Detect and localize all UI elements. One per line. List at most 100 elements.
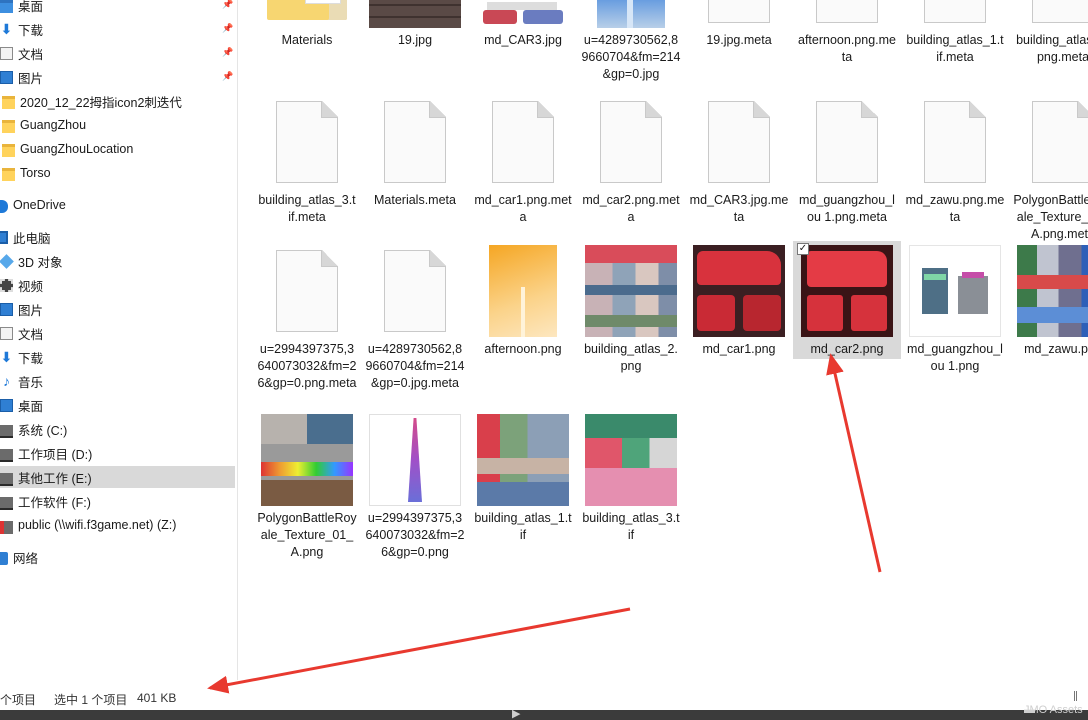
file-name: building_atlas_3.tif.meta xyxy=(258,193,356,224)
sidebar-item-label: public (\\wifi.f3game.net) (Z:) xyxy=(18,518,177,532)
status-bar: 个项目 选中 1 个项目 401 KB xyxy=(0,680,1088,710)
image-thumbnail xyxy=(477,245,569,337)
sidebar-item-pictures[interactable]: 图片 xyxy=(0,298,237,320)
sidebar-item-pictures[interactable]: 图片 📌 xyxy=(0,66,237,88)
file-tile[interactable]: md_CAR3.jpg xyxy=(469,0,577,96)
sidebar-item-this-pc[interactable]: 此电脑 xyxy=(0,226,237,248)
sidebar-item-label: GuangZhouLocation xyxy=(20,142,134,156)
sidebar-item-drive-f[interactable]: 工作软件 (F:) xyxy=(0,490,237,512)
sidebar-item-videos[interactable]: 视频 xyxy=(0,274,237,296)
file-name: building_atlas_1.tif xyxy=(474,511,572,542)
sidebar-item-drive-z[interactable]: public (\\wifi.f3game.net) (Z:) xyxy=(0,514,237,536)
sidebar-item-label: 桌面 xyxy=(18,0,44,14)
sidebar-item-onedrive[interactable]: OneDrive xyxy=(0,194,237,216)
file-name: building_atlas_1.png.meta xyxy=(1016,33,1088,64)
sidebar-item-folder[interactable]: Torso xyxy=(2,162,237,184)
file-tile[interactable]: PolygonBattleRoyale_Texture_01_A.png xyxy=(253,414,361,574)
sidebar-item-label: 视频 xyxy=(18,279,44,294)
sidebar-item-label: OneDrive xyxy=(13,198,66,212)
file-tile[interactable]: building_atlas_1.tif.meta xyxy=(901,0,1009,96)
music-icon: ♪ xyxy=(3,372,10,389)
file-name: u=4289730562,89660704&fm=214&gp=0.jpg.me… xyxy=(365,342,465,390)
pictures-icon xyxy=(0,70,13,84)
sidebar-item-music[interactable]: ♪ 音乐 xyxy=(0,370,237,392)
image-thumbnail xyxy=(585,245,677,337)
file-tile[interactable]: u=4289730562,89660704&fm=214&gp=0.jpg.me… xyxy=(361,245,469,405)
file-tile[interactable]: md_car1.png.meta xyxy=(469,96,577,256)
sidebar-item-label: 2020_12_22拇指icon2刺迭代 xyxy=(20,95,182,110)
sidebar-item-desktop[interactable]: 桌面 xyxy=(0,394,237,416)
image-thumbnail xyxy=(909,245,1001,337)
pin-icon: 📌 xyxy=(222,47,234,57)
image-thumbnail xyxy=(261,414,353,506)
sidebar-item-drive-e[interactable]: 其他工作 (E:) xyxy=(0,466,235,488)
file-tile[interactable]: md_car1.png xyxy=(685,245,793,405)
file-tile[interactable]: u=2994397375,3640073032&fm=26&gp=0.png xyxy=(361,414,469,574)
file-tile[interactable]: building_atlas_1.tif xyxy=(469,414,577,574)
sidebar-item-documents[interactable]: 文档 xyxy=(0,322,237,344)
image-thumbnail xyxy=(369,0,461,28)
file-name: md_car1.png xyxy=(702,342,776,356)
file-tile[interactable]: md_guangzhou_lou 1.png xyxy=(901,245,1009,405)
folder-icon xyxy=(2,95,15,109)
sidebar-item-folder[interactable]: GuangZhou xyxy=(2,114,237,136)
image-thumbnail xyxy=(369,414,461,506)
sidebar-item-documents[interactable]: 文档 📌 xyxy=(0,42,237,64)
file-icon xyxy=(909,0,1001,28)
file-name: building_atlas_3.tif xyxy=(582,511,680,542)
file-tile[interactable]: 19.jpg.meta xyxy=(685,0,793,96)
sidebar-item-label: 工作项目 (D:) xyxy=(18,447,93,462)
sidebar-item-downloads[interactable]: ⬇ 下载 📌 xyxy=(0,18,237,40)
file-tile[interactable]: Materials xyxy=(253,0,361,96)
file-icon xyxy=(1017,0,1088,28)
video-icon xyxy=(0,278,13,292)
file-tile[interactable]: md_zawu.png.meta xyxy=(901,96,1009,256)
file-tile[interactable]: md_CAR3.jpg.meta xyxy=(685,96,793,256)
sidebar-item-3d-objects[interactable]: 3D 对象 xyxy=(0,250,237,272)
file-name: md_zawu.png.meta xyxy=(905,193,1005,224)
file-tile[interactable]: u=2994397375,3640073032&fm=26&gp=0.png.m… xyxy=(253,245,361,405)
sidebar-item-label: 图片 xyxy=(18,303,44,318)
details-view-icon[interactable] xyxy=(1074,691,1084,701)
file-tile[interactable]: afternoon.png xyxy=(469,245,577,405)
file-name: PolygonBattleRoyale_Texture_01_A.png xyxy=(257,511,357,559)
file-name: md_car2.png xyxy=(810,342,884,356)
file-tile[interactable]: u=4289730562,89660704&fm=214&gp=0.jpg xyxy=(577,0,685,96)
sidebar-item-desktop[interactable]: 桌面 📌 xyxy=(0,0,237,16)
file-tile[interactable]: building_atlas_1.png.meta xyxy=(1009,0,1088,96)
file-tile[interactable]: md_zawu.png xyxy=(1009,245,1088,405)
taskbar-item[interactable]: ▶ ▬ JMO Assets xyxy=(512,704,1083,720)
file-tile[interactable]: building_atlas_3.tif xyxy=(577,414,685,574)
file-tile[interactable]: 19.jpg xyxy=(361,0,469,96)
file-tile[interactable]: building_atlas_3.tif.meta xyxy=(253,96,361,256)
image-thumbnail xyxy=(1017,245,1088,337)
folder-icon xyxy=(2,143,15,157)
file-tile[interactable]: Materials.meta xyxy=(361,96,469,256)
pictures-icon xyxy=(0,302,13,316)
file-tile[interactable]: md_guangzhou_lou 1.png.meta xyxy=(793,96,901,256)
file-tile[interactable]: md_car2.png.meta xyxy=(577,96,685,256)
sidebar-item-folder[interactable]: GuangZhouLocation xyxy=(2,138,237,160)
sidebar-item-label: GuangZhou xyxy=(20,118,87,132)
checkbox[interactable]: ✓ xyxy=(797,243,809,255)
drive-icon xyxy=(0,449,13,462)
sidebar-item-network[interactable]: 网络 xyxy=(0,546,237,568)
file-tile-selected[interactable]: ✓ md_car2.png xyxy=(793,241,901,359)
file-tile[interactable]: afternoon.png.meta xyxy=(793,0,901,96)
network-drive-icon xyxy=(0,520,13,534)
sidebar-item-label: 下载 xyxy=(18,351,44,366)
image-thumbnail xyxy=(801,245,893,337)
pin-icon: 📌 xyxy=(222,0,234,9)
sidebar-item-label: 文档 xyxy=(18,327,44,342)
sidebar-item-drive-c[interactable]: 系统 (C:) xyxy=(0,418,237,440)
sidebar-item-drive-d[interactable]: 工作项目 (D:) xyxy=(0,442,237,464)
file-icon xyxy=(693,96,785,188)
file-icon xyxy=(369,96,461,188)
file-tile[interactable]: building_atlas_2.png xyxy=(577,245,685,405)
desktop-folder-icon xyxy=(0,398,13,412)
file-tile[interactable]: PolygonBattleRoyale_Texture_01_A.png.met… xyxy=(1009,96,1088,256)
sidebar-item-folder[interactable]: 2020_12_22拇指icon2刺迭代 xyxy=(2,90,237,112)
sidebar-item-downloads[interactable]: ⬇ 下载 xyxy=(0,346,237,368)
file-name: building_atlas_2.png xyxy=(584,342,678,373)
sidebar-item-label: 桌面 xyxy=(18,399,44,414)
